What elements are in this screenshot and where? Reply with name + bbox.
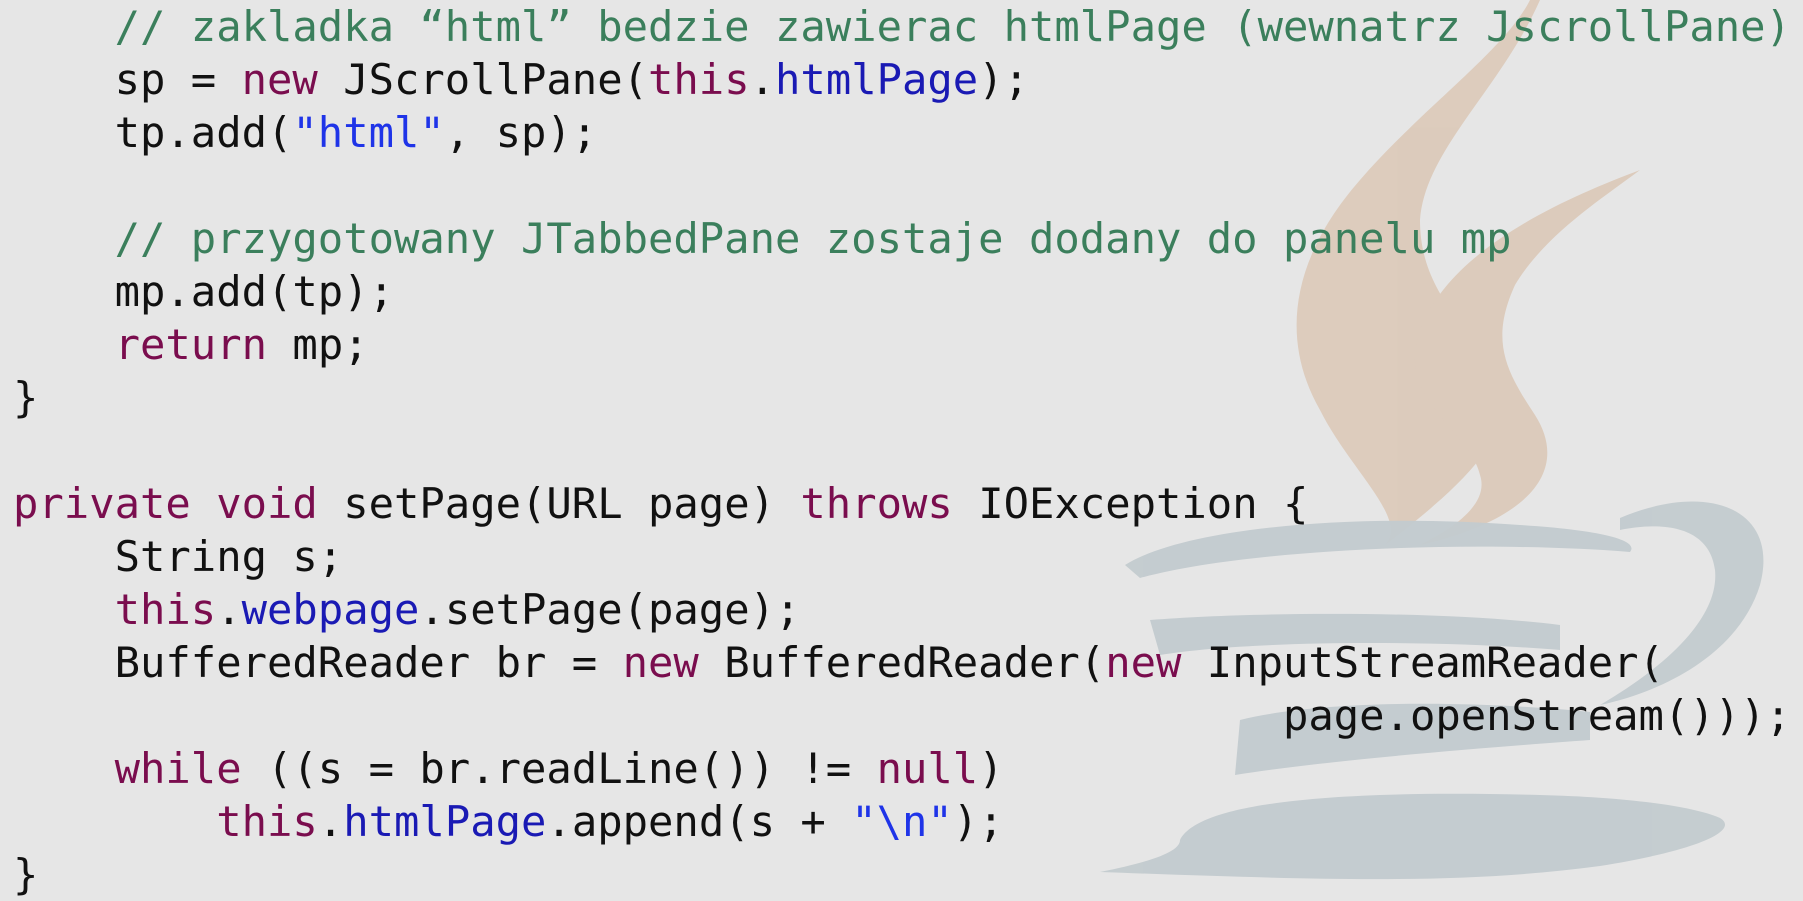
code-token-plain: InputStreamReader( [1181, 638, 1664, 687]
code-token-plain: BufferedReader br = [114, 638, 623, 687]
code-token-field: htmlPage [775, 55, 979, 104]
code-line: // zakladka “html” bedzie zawierac htmlP… [13, 0, 1791, 53]
code-line: } [13, 371, 38, 424]
code-line: this.webpage.setPage(page); [13, 583, 801, 636]
code-token-plain: .setPage(page); [419, 585, 801, 634]
code-token-keyword: return [114, 320, 268, 369]
code-line: BufferedReader br = new BufferedReader(n… [13, 636, 1664, 689]
code-token-plain: setPage(URL page) [317, 479, 801, 528]
code-line: while ((s = br.readLine()) != null) [13, 742, 1004, 795]
code-line: tp.add("html", sp); [13, 106, 598, 159]
code-token-plain: tp.add( [114, 108, 293, 157]
code-token-keyword: new [622, 638, 699, 687]
code-line: } [13, 848, 38, 901]
code-token-keyword: this [648, 55, 750, 104]
code-token-field: htmlPage [343, 797, 547, 846]
code-line: this.htmlPage.append(s + "\n"); [13, 795, 1004, 848]
code-line: sp = new JScrollPane(this.htmlPage); [13, 53, 1029, 106]
code-line: mp.add(tp); [13, 265, 394, 318]
code-token-keyword: this [114, 585, 217, 634]
code-token-keyword: throws [800, 479, 953, 528]
code-token-keyword: this [216, 797, 318, 846]
code-token-comment: // zakladka “html” bedzie zawierac htmlP… [114, 2, 1791, 51]
code-token-keyword: while [114, 744, 242, 793]
code-line: String s; [13, 530, 344, 583]
code-token-plain: ((s = br.readLine()) != [241, 744, 877, 793]
code-line: page.openStream())); [13, 689, 1791, 742]
code-token-keyword: void [216, 479, 318, 528]
code-token-plain: ); [978, 55, 1030, 104]
code-line: // przygotowany JTabbedPane zostaje doda… [13, 212, 1512, 265]
code-token-string: "\n" [851, 797, 953, 846]
code-token-keyword: new [1105, 638, 1182, 687]
code-token-plain: . [317, 797, 344, 846]
code-token-keyword: new [241, 55, 318, 104]
code-token-plain: page.openStream())); [1282, 691, 1791, 740]
code-token-plain: } [13, 850, 39, 899]
code-token-plain: . [749, 55, 776, 104]
code-token-plain: mp.add(tp); [114, 267, 394, 316]
code-line: private void setPage(URL page) throws IO… [13, 477, 1308, 530]
code-token-comment: // przygotowany JTabbedPane zostaje doda… [114, 214, 1512, 263]
code-token-plain: sp = [114, 55, 242, 104]
code-token-plain: ) [978, 744, 1004, 793]
code-token-plain: ); [952, 797, 1004, 846]
code-token-plain: , sp); [444, 108, 598, 157]
code-token-plain: } [13, 373, 39, 422]
code-token-plain: .append(s + [546, 797, 852, 846]
code-token-plain: . [216, 585, 242, 634]
code-token-plain: String s; [114, 532, 344, 581]
code-token-plain: mp; [267, 320, 369, 369]
code-token-plain: IOException { [952, 479, 1309, 528]
code-line: return mp; [13, 318, 369, 371]
code-token-plain: BufferedReader( [698, 638, 1106, 687]
code-editor: // zakladka “html” bedzie zawierac htmlP… [0, 0, 1803, 899]
code-token-keyword: private [13, 479, 191, 528]
code-token-plain: JScrollPane( [317, 55, 648, 104]
code-token-string: "html" [292, 108, 445, 157]
code-token-field: webpage [241, 585, 420, 634]
code-token-keyword: null [876, 744, 979, 793]
